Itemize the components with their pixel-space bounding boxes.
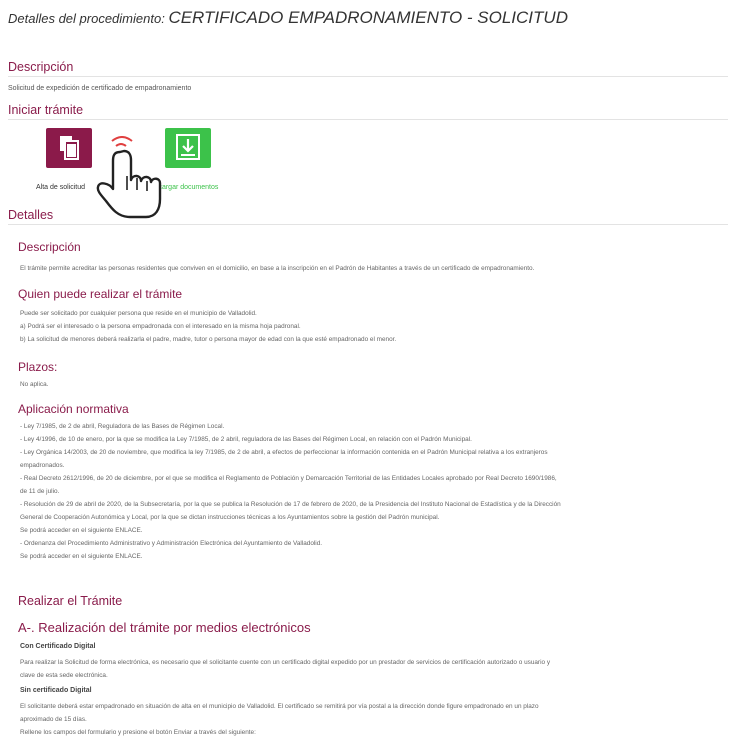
paragraph: clave de esta sede electrónica.	[20, 672, 108, 679]
list-item: Puede ser solicitado por cualquier perso…	[20, 310, 257, 317]
paragraph: Para realizar la Solicitud de forma elec…	[20, 659, 551, 666]
procedure-page: Detalles del procedimiento: CERTIFICADO …	[0, 0, 734, 742]
list-item: b) La solicitud de menores deberá realiz…	[20, 336, 397, 343]
list-item: empadronados.	[20, 462, 65, 469]
list-item: - Ley 4/1996, de 10 de enero, por la que…	[20, 436, 472, 443]
list-item: - Ordenanza del Procedimiento Administra…	[20, 540, 323, 547]
normativa-list: - Ley 7/1985, de 2 de abril, Reguladora …	[20, 420, 728, 563]
detalles-descripcion-heading: Descripción	[18, 240, 81, 254]
con-certificado-text: Para realizar la Solicitud de forma elec…	[20, 656, 728, 682]
list-item: a) Podrá ser el interesado o la persona …	[20, 323, 301, 330]
paragraph: El trámite permite acreditar las persona…	[20, 265, 535, 272]
descripcion-text: Solicitud de expedición de certificado d…	[8, 85, 192, 92]
enlace-link[interactable]: Se podrá acceder en el siguiente ENLACE.	[20, 524, 728, 537]
medios-electronicos-heading: A-. Realización del trámite por medios e…	[18, 620, 311, 635]
sin-certificado-heading: Sin certificado Digital	[20, 687, 92, 694]
paragraph: El solicitante deberá estar empadronado …	[20, 703, 539, 710]
divider	[8, 76, 728, 77]
list-item: de 11 de julio.	[20, 488, 60, 495]
list-item: - Ley 7/1985, de 2 de abril, Reguladora …	[20, 423, 225, 430]
enlace-link[interactable]: Se podrá acceder en el siguiente ENLACE.	[20, 550, 728, 563]
plazos-heading: Plazos:	[18, 360, 58, 374]
alta-solicitud-label[interactable]: Alta de solicitud	[36, 184, 85, 191]
page-title: Detalles del procedimiento: CERTIFICADO …	[8, 8, 568, 28]
sin-certificado-text: El solicitante deberá estar empadronado …	[20, 700, 728, 739]
paragraph: No aplica.	[20, 381, 49, 388]
con-certificado-heading: Con Certificado Digital	[20, 643, 96, 650]
detalles-descripcion-text: El trámite permite acreditar las persona…	[20, 262, 728, 275]
page-title-name: CERTIFICADO EMPADRONAMIENTO - SOLICITUD	[168, 8, 568, 27]
quien-list: Puede ser solicitado por cualquier perso…	[20, 307, 728, 346]
paragraph: aproximado de 15 días.	[20, 716, 87, 723]
descripcion-heading: Descripción	[8, 60, 74, 74]
realizar-heading: Realizar el Trámite	[18, 594, 123, 608]
hand-pointer-icon	[96, 136, 162, 219]
divider	[8, 224, 728, 225]
page-title-lead: Detalles del procedimiento:	[8, 11, 165, 26]
iniciar-tramite-heading: Iniciar trámite	[8, 103, 84, 117]
plazos-text: No aplica.	[20, 378, 728, 391]
detalles-heading: Detalles	[8, 208, 54, 222]
list-item: - Real Decreto 2612/1996, de 20 de dicie…	[20, 475, 557, 482]
paragraph: Rellene los campos del formulario y pres…	[20, 729, 256, 736]
list-item: - Ley Orgánica 14/2003, de 20 de noviemb…	[20, 449, 548, 456]
divider	[8, 119, 728, 120]
list-item: - Resolución de 29 de abril de 2020, de …	[20, 501, 561, 508]
list-item: General de Cooperación Autonómica y Loca…	[20, 514, 440, 521]
normativa-heading: Aplicación normativa	[18, 402, 129, 416]
quien-heading: Quien puede realizar el trámite	[18, 287, 183, 301]
